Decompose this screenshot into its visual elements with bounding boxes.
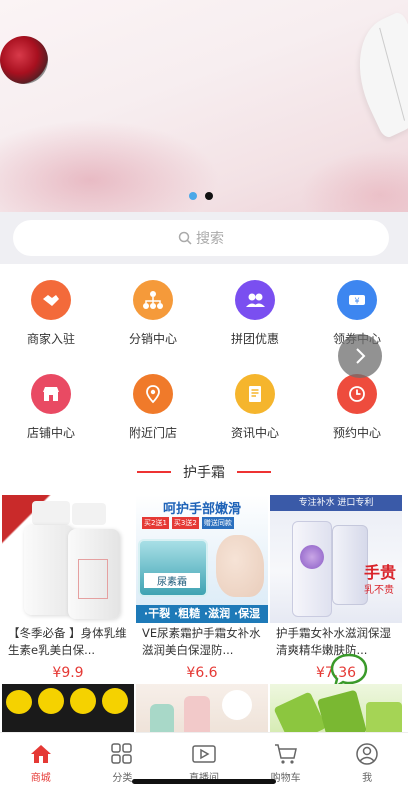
search-placeholder: 搜索 xyxy=(196,231,224,247)
news-icon xyxy=(235,374,275,414)
grid-item-group-buy[interactable]: 拼团优惠 xyxy=(204,280,306,347)
product-thumbnail[interactable] xyxy=(2,684,134,732)
live-icon xyxy=(192,745,216,763)
tab-cart[interactable]: 购物车 xyxy=(245,733,327,793)
product-thumbnail[interactable] xyxy=(136,684,268,732)
location-icon xyxy=(133,374,173,414)
group-icon xyxy=(235,280,275,320)
tab-live[interactable]: 直播间 xyxy=(163,733,245,793)
home-icon xyxy=(30,745,51,763)
grid-item-label: 附近门店 xyxy=(128,426,177,440)
pagination-dot-active[interactable] xyxy=(205,192,213,200)
leaf-image xyxy=(338,10,408,140)
search-bar-container: 搜索 xyxy=(0,212,408,264)
product-image-text: 手贵 xyxy=(363,563,396,582)
banner-decoration xyxy=(0,120,220,212)
home-indicator xyxy=(132,779,276,784)
tab-label: 商城 xyxy=(30,773,51,784)
cart-icon xyxy=(274,744,297,764)
grid-item-booking[interactable]: 预约中心 xyxy=(306,374,408,441)
section-title: 护手霜 xyxy=(183,465,225,481)
grid-item-label: 分销中心 xyxy=(128,332,177,346)
svg-text:¥: ¥ xyxy=(354,297,359,306)
grid-item-label: 商家入驻 xyxy=(26,332,75,346)
promo-tag: 买2送1 xyxy=(142,517,169,529)
grid-item-label: 店铺中心 xyxy=(26,426,75,440)
berry-image xyxy=(0,36,48,84)
product-card[interactable]: 呵护手部嫩滑 买2送1 买3送2 赠送同款 尿素霜 ·干裂 ·粗糙 ·滋润 ·保… xyxy=(136,495,268,681)
grid-item-merchant[interactable]: 商家入驻 xyxy=(0,280,102,347)
divider xyxy=(137,471,171,473)
divider xyxy=(237,471,271,473)
grid-item-distribution[interactable]: 分销中心 xyxy=(102,280,204,347)
grid-item-label: 拼团优惠 xyxy=(230,332,279,346)
product-name: 【冬季必备 】身体乳维生素e乳美白保... xyxy=(8,626,127,657)
user-icon xyxy=(356,743,378,765)
product-card[interactable]: 【冬季必备 】身体乳维生素e乳美白保... ¥9.9 xyxy=(2,495,134,681)
product-image-text: 乳不贵 xyxy=(364,585,394,596)
next-page-button[interactable] xyxy=(338,334,382,378)
category-icon xyxy=(111,743,133,764)
chevron-right-icon xyxy=(356,348,366,364)
shop-icon xyxy=(31,374,71,414)
product-price: ¥9.9 xyxy=(52,665,84,681)
grid-item-nearby[interactable]: 附近门店 xyxy=(102,374,204,441)
product-name: VE尿素霜护手霜女补水滋润美白保湿防... xyxy=(142,626,261,657)
tab-label: 分类 xyxy=(112,773,133,784)
grid-item-label: 预约中心 xyxy=(332,426,381,440)
promo-tag: 买3送2 xyxy=(171,517,199,529)
product-image xyxy=(2,495,134,623)
product-price: ¥6.6 xyxy=(186,665,218,681)
clock-icon xyxy=(337,374,377,414)
section-header: 护手霜 xyxy=(0,462,408,482)
grid-item-label: 资讯中心 xyxy=(230,426,279,440)
tab-label: 我 xyxy=(362,773,373,784)
tab-category[interactable]: 分类 xyxy=(82,733,164,793)
search-input[interactable]: 搜索 xyxy=(13,220,389,256)
product-image-text: 呵护手部嫩滑 xyxy=(162,502,241,517)
product-image-text: 尿素霜 xyxy=(144,573,200,588)
product-image-text: ·干裂 ·粗糙 ·滋润 ·保湿 xyxy=(136,605,268,623)
grid-item-shop[interactable]: 店铺中心 xyxy=(0,374,102,441)
tab-me[interactable]: 我 xyxy=(326,733,408,793)
promo-banner[interactable] xyxy=(0,0,408,212)
handshake-icon xyxy=(31,280,71,320)
banner-pagination xyxy=(189,192,213,200)
product-image: 专注补水 进口专利 手贵 乳不贵 xyxy=(270,495,402,623)
search-icon xyxy=(178,231,192,245)
coupon-icon: ¥ xyxy=(337,280,377,320)
tab-mall[interactable]: 商城 xyxy=(0,733,82,793)
product-image: 呵护手部嫩滑 买2送1 买3送2 赠送同款 尿素霜 ·干裂 ·粗糙 ·滋润 ·保… xyxy=(136,495,268,623)
product-thumbnail[interactable] xyxy=(270,684,402,732)
grid-item-news[interactable]: 资讯中心 xyxy=(204,374,306,441)
banner-decoration xyxy=(300,150,408,212)
promo-tag: 赠送同款 xyxy=(201,517,234,529)
product-image-text: 专注补水 进口专利 xyxy=(270,495,402,511)
pagination-dot[interactable] xyxy=(189,192,197,200)
network-icon xyxy=(133,280,173,320)
